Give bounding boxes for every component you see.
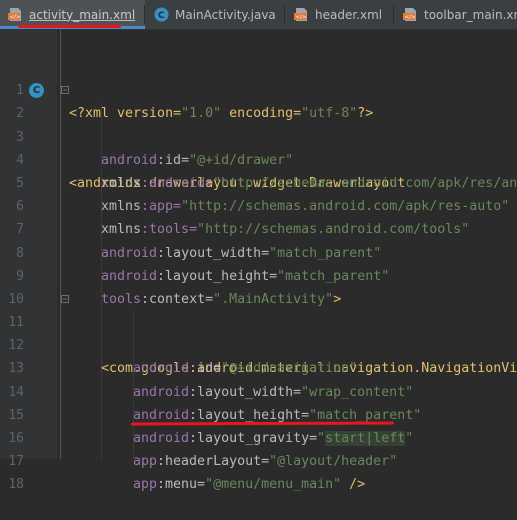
tab-toolbar-main-xml[interactable]: </> toolbar_main.xml [394, 0, 517, 29]
code-line: 2 C <androidx.drawerlayout.widget.Drawer… [0, 79, 517, 191]
fold-icon[interactable] [61, 86, 69, 95]
red-underline-annotation [18, 25, 121, 28]
code-line: 8 android:layout_height="match_parent" [0, 218, 517, 284]
code-line: 6 xmlns:tools="http://schemas.android.co… [0, 172, 517, 237]
code-line: 3 android:id="@+id/drawer" [0, 102, 517, 168]
code-line: 18 [0, 450, 517, 492]
svg-text:</>: </> [296, 15, 307, 21]
code-line: 14 android:layout_height="match_parent" [0, 357, 517, 423]
code-line: 10 [0, 265, 517, 307]
code-line: 13 android:layout_width="wrap_content" [0, 334, 517, 399]
code-line: 15 android:layout_gravity="start|left" [0, 381, 517, 447]
code-line: 1 <?xml version="1.0" encoding="utf-8"?> [0, 56, 517, 121]
class-marker-icon[interactable]: C [29, 83, 44, 99]
code-line: 5 xmlns:app="http://schemas.android.com/… [0, 149, 517, 214]
tab-label: activity_main.xml [29, 7, 136, 22]
xml-file-icon: </> [294, 7, 309, 22]
svg-text:C: C [158, 11, 165, 21]
code-line: 4 xmlns:android="http://schemas.android.… [0, 126, 517, 191]
tab-main-activity-java[interactable]: C MainActivity.java [145, 0, 285, 29]
svg-text:</>: </> [10, 15, 21, 21]
tab-label: toolbar_main.xml [424, 7, 517, 22]
code-editor[interactable]: 1 <?xml version="1.0" encoding="utf-8"?>… [0, 56, 517, 492]
tab-label: header.xml [315, 7, 383, 22]
java-class-icon: C [154, 7, 169, 22]
xml-file-icon: </> [8, 7, 23, 22]
code-line: 17 app:menu="@menu/menu_main" /> [0, 427, 517, 492]
svg-text:</>: </> [405, 15, 416, 21]
line-number: 18 [8, 477, 24, 493]
code-line: 9 tools:context=".MainActivity"> [0, 242, 517, 307]
tab-label: MainActivity.java [175, 7, 276, 22]
code-line: 12 android:id="@+id/navigation" [0, 311, 517, 376]
code-line: 7 android:layout_width="match_parent" [0, 195, 517, 260]
code-line: 11 <com.google.android.material.navigati… [0, 288, 517, 376]
tab-header-xml[interactable]: </> header.xml [285, 0, 394, 29]
xml-file-icon: </> [403, 7, 418, 22]
fold-icon[interactable] [61, 294, 69, 303]
